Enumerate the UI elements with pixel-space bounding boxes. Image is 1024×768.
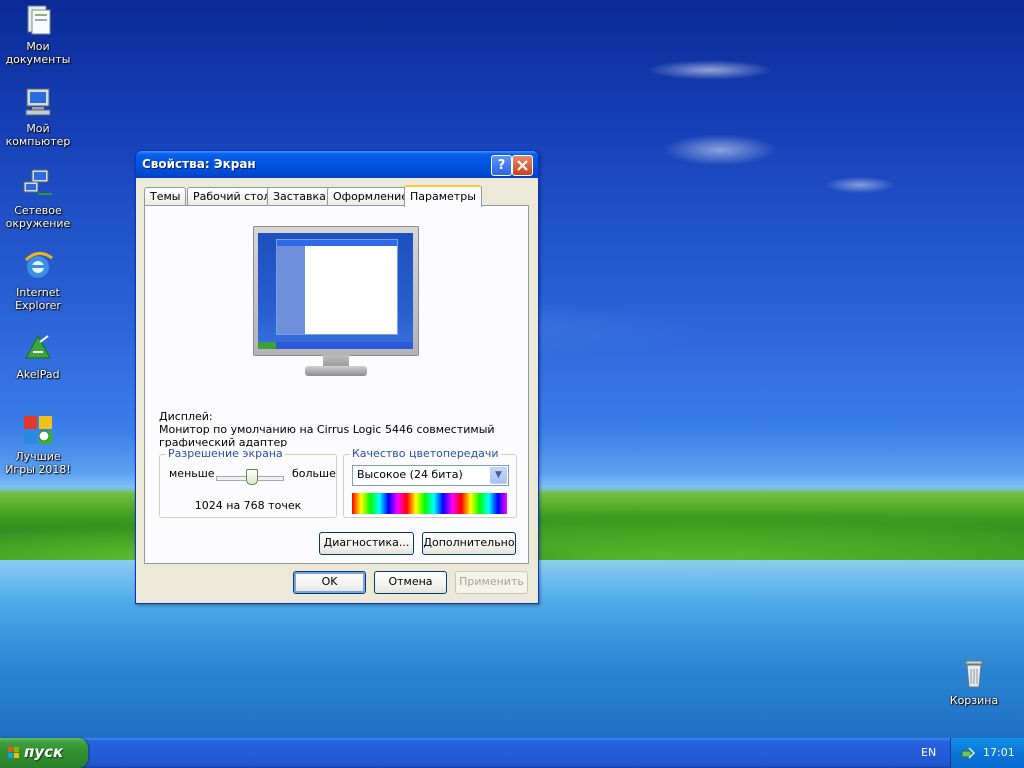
close-icon — [517, 160, 528, 171]
advanced-button[interactable]: Дополнительно — [422, 532, 516, 555]
color-quality-select[interactable]: Высокое (24 бита) ▼ — [352, 465, 509, 486]
my-computer-icon — [22, 86, 54, 118]
desktop-icon-recycle-bin[interactable]: Корзина — [936, 658, 1012, 707]
desktop-icon-label: Мой компьютер — [5, 122, 71, 148]
start-button[interactable]: пуск — [0, 738, 88, 768]
tab-settings[interactable]: Параметры — [404, 185, 482, 207]
monitor-bezel — [253, 226, 419, 356]
cancel-button[interactable]: Отмена — [374, 571, 447, 594]
windows-logo-icon — [8, 747, 19, 758]
slider-more-label: больше — [292, 467, 336, 480]
desktop-icon-network-places[interactable]: Сетевое окружение — [0, 168, 76, 230]
monitor-base — [305, 366, 367, 376]
slider-less-label: меньше — [169, 467, 215, 480]
desktop-icon-my-documents[interactable]: Мои документы — [0, 4, 76, 66]
monitor-preview — [253, 226, 419, 382]
display-adapter-name: Монитор по умолчанию на Cirrus Logic 544… — [159, 423, 495, 449]
preview-window — [276, 239, 398, 335]
start-label: пуск — [24, 743, 64, 761]
my-documents-icon — [22, 4, 54, 36]
recycle-bin-icon — [958, 658, 990, 690]
resolution-slider-thumb[interactable] — [246, 469, 258, 485]
color-quality-legend: Качество цветопередачи — [350, 447, 501, 460]
diagnostics-button[interactable]: Диагностика... — [319, 532, 414, 555]
safely-remove-hardware-icon[interactable] — [961, 746, 975, 760]
desktop-icon-games[interactable]: Лучшие Игры 2018! — [0, 414, 76, 476]
desktop-icon-label: Сетевое окружение — [5, 204, 71, 230]
dialog-title: Свойства: Экран — [142, 157, 256, 171]
clock[interactable]: 17:01 — [983, 746, 1015, 759]
system-tray: 17:01 — [950, 738, 1024, 768]
tab-screensaver[interactable]: Заставка — [267, 187, 332, 205]
tab-desktop[interactable]: Рабочий стол — [187, 187, 277, 205]
internet-explorer-icon — [22, 250, 54, 282]
settings-panel: Дисплей: Монитор по умолчанию на Cirrus … — [144, 205, 529, 564]
apply-button[interactable]: Применить — [455, 571, 528, 594]
network-places-icon — [22, 168, 54, 200]
display-properties-dialog: Свойства: Экран ? Темы Рабочий стол Заст… — [135, 150, 539, 604]
desktop-icon-label: Лучшие Игры 2018! — [5, 450, 71, 476]
desktop-icon-akelpad[interactable]: AkelPad — [0, 332, 76, 381]
tab-themes[interactable]: Темы — [144, 187, 187, 205]
color-quality-value: Высокое (24 бита) — [357, 468, 463, 481]
akelpad-icon — [22, 332, 54, 364]
color-quality-group: Качество цветопередачи Высокое (24 бита)… — [343, 447, 517, 518]
chevron-down-icon[interactable]: ▼ — [490, 467, 507, 484]
tab-appearance[interactable]: Оформление — [327, 187, 414, 205]
resolution-value: 1024 на 768 точек — [194, 499, 302, 512]
taskbar: пуск EN 17:01 — [0, 738, 1024, 768]
resolution-legend: Разрешение экрана — [166, 447, 285, 460]
display-info: Дисплей: Монитор по умолчанию на Cirrus … — [159, 410, 509, 449]
display-label: Дисплей: — [159, 410, 213, 423]
close-button[interactable] — [512, 155, 533, 176]
resolution-group: Разрешение экрана меньше больше 1024 на … — [159, 447, 337, 518]
color-spectrum-bar — [352, 493, 507, 514]
title-bar[interactable]: Свойства: Экран ? — [136, 151, 538, 178]
desktop-icon-internet-explorer[interactable]: Internet Explorer — [0, 250, 76, 312]
language-indicator[interactable]: EN — [921, 746, 936, 759]
help-button[interactable]: ? — [491, 155, 512, 176]
desktop-icon-my-computer[interactable]: Мой компьютер — [0, 86, 76, 148]
desktop-icon-label: AkelPad — [16, 368, 60, 381]
desktop-icon-label: Мои документы — [5, 40, 71, 66]
games-icon — [22, 414, 54, 446]
desktop-icon-label: Корзина — [949, 694, 999, 707]
desktop-icon-label: Internet Explorer — [15, 286, 61, 312]
ok-button[interactable]: OK — [293, 571, 366, 594]
monitor-screen — [258, 233, 413, 349]
